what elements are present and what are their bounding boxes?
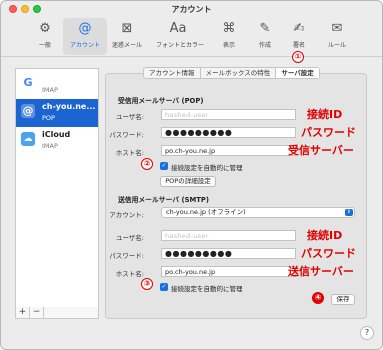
account-item-icloud[interactable]: ☁ iCloud IMAP [16, 127, 98, 155]
google-icon: G [21, 76, 35, 90]
outgoing-user-field[interactable]: hashed-user [161, 230, 296, 241]
outgoing-auto-manage-label: 接続設定を自動的に管理 [171, 285, 243, 293]
annotation-outgoing-host: 送信サーバー [288, 265, 354, 278]
account-list: G IMAP @ ch-you.ne... POP ☁ iCloud IMAP [15, 68, 99, 318]
rules-icon: ✉ [331, 21, 343, 36]
outgoing-account-label: アカウント: [109, 211, 144, 219]
incoming-user-label: ユーザ名: [115, 113, 144, 121]
at-sign-icon: @ [21, 104, 35, 118]
annotation-outgoing-password: パスワード [301, 247, 356, 260]
incoming-server-title: 受信用メールサーバ (POP) [118, 97, 204, 105]
at-sign-icon: @ [78, 21, 92, 36]
window-title: アカウント [171, 5, 212, 14]
fonts-icon: Aa [169, 21, 187, 36]
toolbar-general-label: 一般 [38, 42, 51, 49]
annotation-marker-3: ③ [141, 278, 153, 290]
annotation-marker-4: ④ [312, 292, 324, 304]
toolbar-general[interactable]: ⚙ 一般 [23, 18, 67, 55]
incoming-host-label: ホスト名: [115, 149, 144, 157]
toolbar-accounts[interactable]: @ アカウント [63, 18, 107, 55]
outgoing-account-value: ch-you.ne.jp (オフライン) [166, 208, 246, 216]
account-item-google[interactable]: G IMAP [16, 71, 98, 99]
annotation-marker-1: ① [292, 51, 304, 63]
settings-tabs: アカウント情報 メールボックスの特性 サーバ設定 [143, 67, 320, 79]
account-type: POP [42, 114, 55, 122]
add-account-button[interactable]: + [16, 307, 30, 318]
remove-account-button[interactable]: − [30, 307, 44, 318]
help-button[interactable]: ? [360, 326, 374, 340]
account-name: ch-you.ne... [42, 102, 96, 111]
outgoing-user-label: ユーザ名: [115, 234, 144, 242]
outgoing-account-select[interactable]: ch-you.ne.jp (オフライン) ⇕ [161, 207, 355, 218]
toolbar-accounts-label: アカウント [69, 42, 100, 49]
toolbar-rules[interactable]: ✉ ルール [315, 18, 359, 55]
outgoing-host-label: ホスト名: [115, 270, 144, 278]
outgoing-host-field[interactable]: po.ch-you.ne.jp [161, 266, 296, 277]
account-list-controls: + − [15, 307, 99, 319]
toolbar-fonts-colors-label: フォントとカラー [156, 42, 205, 49]
incoming-auto-manage-label: 接続設定を自動的に管理 [171, 164, 243, 172]
outgoing-password-field[interactable]: ●●●●●●●●● [161, 248, 296, 259]
tab-account-info[interactable]: アカウント情報 [144, 68, 201, 78]
account-item-ch-you[interactable]: @ ch-you.ne... POP [16, 99, 98, 127]
annotation-incoming-host: 受信サーバー [288, 144, 354, 157]
preferences-window: アカウント ⚙ 一般 @ アカウント ⊠ 迷惑メール Aa フォントとカラー ⌘… [0, 0, 383, 350]
account-type: IMAP [42, 142, 58, 150]
icloud-icon: ☁ [21, 132, 35, 146]
incoming-host-field[interactable]: po.ch-you.ne.jp [161, 145, 296, 156]
annotation-incoming-password: パスワード [301, 126, 356, 139]
toolbar-fonts-colors[interactable]: Aa フォントとカラー [156, 18, 205, 55]
outgoing-server-title: 送信用メールサーバ (SMTP) [118, 196, 209, 204]
incoming-password-label: パスワード: [109, 131, 144, 139]
outgoing-password-label: パスワード: [109, 252, 144, 260]
incoming-auto-manage-checkbox[interactable]: ✓ [160, 162, 168, 170]
save-button[interactable]: 保存 [331, 294, 355, 305]
outgoing-auto-manage-checkbox[interactable]: ✓ [160, 283, 168, 291]
junk-mail-icon: ⊠ [121, 21, 133, 36]
tab-mailbox-behaviors[interactable]: メールボックスの特性 [201, 68, 277, 78]
toolbar-junk-mail-label: 迷惑メール [111, 42, 142, 49]
toolbar-rules-label: ルール [327, 42, 346, 49]
tab-server-settings[interactable]: サーバ設定 [276, 68, 319, 78]
account-name: iCloud [42, 130, 71, 139]
annotation-incoming-user: 接続ID [307, 108, 343, 121]
incoming-password-field[interactable]: ●●●●●●●●● [161, 127, 296, 138]
preferences-toolbar: ⚙ 一般 @ アカウント ⊠ 迷惑メール Aa フォントとカラー ⌘ 表示 ✎ … [1, 17, 382, 57]
incoming-user-field[interactable]: hashed-user [161, 109, 296, 120]
annotation-marker-2: ② [141, 158, 153, 170]
title-bar: アカウント [1, 1, 382, 17]
gear-icon: ⚙ [39, 21, 51, 36]
account-type: IMAP [42, 86, 58, 94]
chevron-updown-icon: ⇕ [345, 209, 353, 216]
pop-advanced-button[interactable]: POPの詳細設定 [160, 176, 216, 187]
annotation-outgoing-user: 接続ID [307, 229, 343, 242]
toolbar-junk-mail[interactable]: ⊠ 迷惑メール [105, 18, 149, 55]
